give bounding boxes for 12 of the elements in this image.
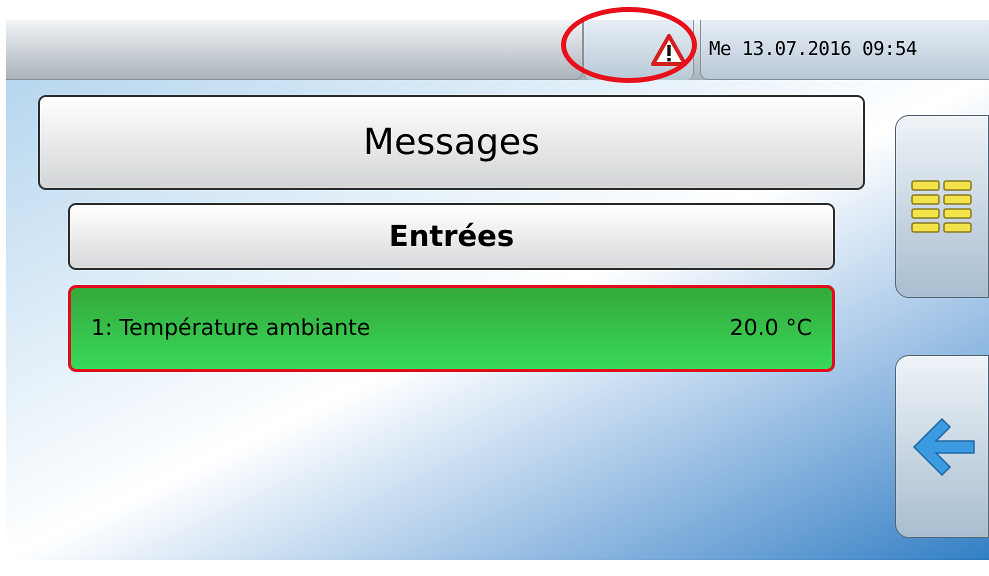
back-button[interactable] (895, 355, 989, 538)
message-row[interactable]: 1: Température ambiante 20.0 °C (68, 285, 835, 372)
message-value: 20.0 °C (730, 315, 812, 343)
left-arrow-icon (912, 416, 976, 476)
message-label: 1: Température ambiante (91, 315, 370, 343)
section-button[interactable]: Entrées (68, 203, 835, 270)
date-time: Me 13.07.2016 09:54 (709, 37, 917, 62)
warning-tab[interactable] (583, 20, 694, 80)
title-header: Messages (38, 95, 865, 190)
warning-icon (651, 34, 687, 66)
grid-icon (911, 180, 973, 234)
menu-button[interactable] (895, 115, 989, 298)
